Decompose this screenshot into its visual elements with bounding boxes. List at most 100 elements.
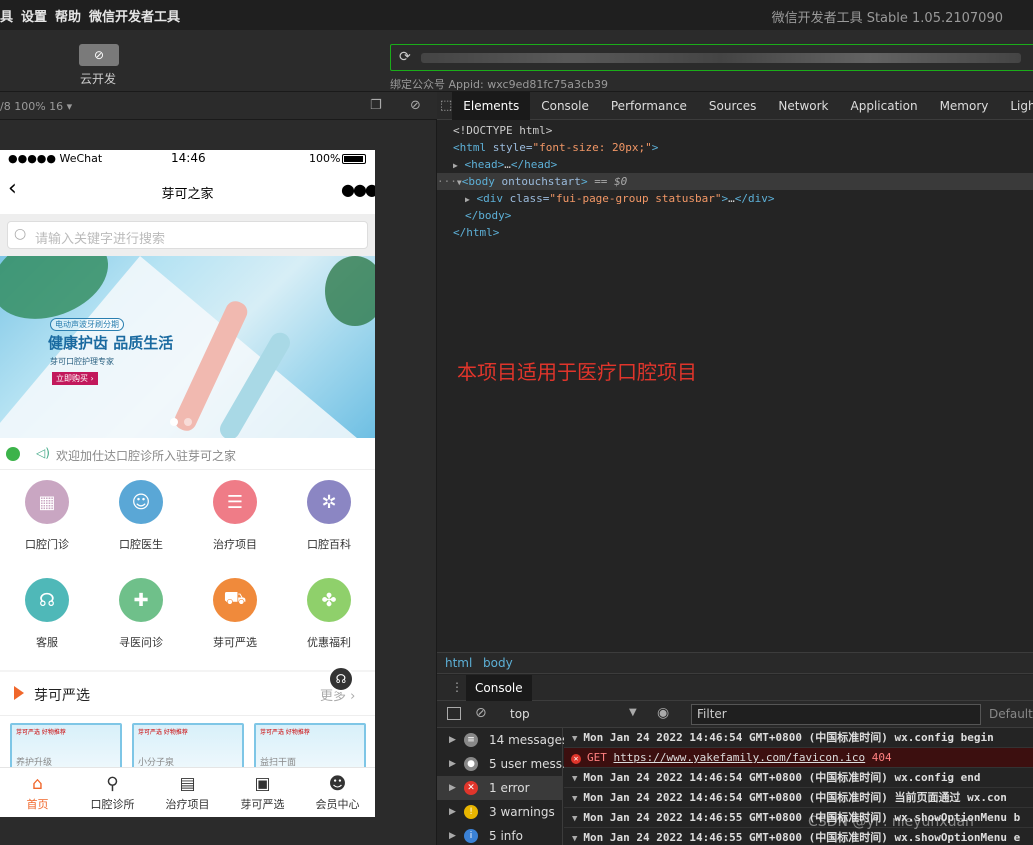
console-filter-input[interactable]: Filter	[691, 704, 981, 725]
devtools-tab-elements[interactable]: Elements	[452, 91, 531, 120]
chevron-down-icon: ▼	[572, 734, 578, 744]
request-method: GET	[587, 751, 607, 764]
more-options-icon[interactable]: ●●●	[341, 180, 375, 199]
banner-carousel[interactable]: 电动声波牙刷分期 健康护齿 品质生活 芽可口腔护理专家 立即购买 ›	[0, 256, 375, 438]
chevron-right-icon: ▶	[449, 735, 456, 745]
error-icon: ✕	[571, 754, 581, 764]
status-time: 14:46	[171, 151, 206, 165]
sidebar-label: 14 messages	[489, 733, 569, 747]
devtools-tab-sources[interactable]: Sources	[698, 92, 767, 120]
breadcrumb-body[interactable]: body	[483, 656, 513, 670]
console-log-row[interactable]: ▼ Mon Jan 24 2022 14:46:54 GMT+0800 (中国标准…	[564, 768, 1033, 788]
log-text: Mon Jan 24 2022 14:46:55 GMT+0800 (中国标准时…	[583, 831, 1021, 844]
console-log-row[interactable]: ▼ Mon Jan 24 2022 14:46:54 GMT+0800 (中国标准…	[564, 788, 1033, 808]
dom-line-html[interactable]: <html style="font-size: 20px;">	[453, 139, 658, 156]
phone-navbar: ‹ 芽可之家 ●●●	[0, 168, 375, 214]
devtools-tab-network[interactable]: Network	[767, 92, 839, 120]
treatment-icon: ☰	[213, 480, 257, 524]
bottom-tabbar: ⌂ 首页 ⚲ 口腔诊所 ▤ 治疗项目 ▣ 芽可严选 ☻ 会员中心	[0, 767, 375, 817]
product-card[interactable]: 芽可严选 好物推荐 养护升级	[10, 723, 122, 771]
product-card[interactable]: 芽可严选 好物推荐 益扫干面	[254, 723, 366, 771]
grid-item-label: 寻医问诊	[119, 636, 163, 649]
cloud-dev-button[interactable]: ⊘	[79, 44, 119, 66]
grid-item[interactable]: ☊ 客服	[0, 578, 94, 650]
dom-line-div[interactable]: ▶ <div class="fui-page-group statusbar">…	[465, 190, 775, 207]
project-note: 本项目适用于医疗口腔项目	[457, 360, 697, 384]
menu-item-devtool[interactable]: 微信开发者工具	[89, 6, 180, 25]
request-url[interactable]: https://www.yakefamily.com/favicon.ico	[614, 751, 866, 764]
sidebar-label: 1 error	[489, 781, 530, 795]
window-icon[interactable]: ❐	[370, 98, 382, 113]
zoom-selector[interactable]: /8 100% 16 ▾	[0, 100, 72, 113]
devtools-tab-console[interactable]: Console	[530, 92, 600, 120]
menu-item-tools[interactable]: 具	[0, 6, 13, 25]
devtools-tab-performance[interactable]: Performance	[600, 92, 698, 120]
tab-clipboard[interactable]: ▤ 治疗项目	[150, 768, 225, 817]
grid-item-label: 治疗项目	[213, 538, 257, 551]
dom-line-doctype[interactable]: <!DOCTYPE html>	[453, 122, 552, 139]
devtools-tab-application[interactable]: Application	[840, 92, 929, 120]
banner-buy-button[interactable]: 立即购买 ›	[52, 372, 98, 385]
grid-item-label: 口腔医生	[119, 538, 163, 551]
chevron-right-icon: ▶	[449, 807, 456, 817]
carousel-dot-active[interactable]	[170, 418, 178, 426]
grid-item-label: 芽可严选	[213, 636, 257, 649]
search-input[interactable]: ○ 请输入关键字进行搜索	[7, 221, 368, 249]
tab-shop[interactable]: ▣ 芽可严选	[225, 768, 300, 817]
headset-icon[interactable]: ☊	[328, 666, 354, 692]
chevron-right-icon: ▶	[449, 759, 456, 769]
customer-service-icon: ☊	[25, 578, 69, 622]
clear-console-icon[interactable]: ⊘	[475, 705, 487, 721]
url-bar[interactable]: ⟳	[390, 44, 1033, 71]
product-list: 芽可严选 好物推荐 养护升级 芽可严选 好物推荐 小分子泉 芽可严选 好物推荐 益扫干面	[0, 716, 375, 772]
console-filter-error[interactable]: ▶ ✕ 1 error	[437, 776, 563, 800]
refresh-icon[interactable]: ⟳	[399, 49, 411, 65]
console-filter-user[interactable]: ▶ ● 5 user mess…	[437, 752, 574, 776]
log-levels-dropdown[interactable]: Default le	[989, 707, 1033, 721]
context-selector[interactable]: top ▼	[499, 701, 643, 728]
grid-item[interactable]: ✤ 优惠福利	[282, 578, 375, 650]
console-filter-warning[interactable]: ▶! 3 warnings	[437, 800, 563, 824]
notice-bar[interactable]: ◁) 欢迎加仕达口腔诊所入驻芽可之家	[0, 438, 375, 470]
tab-user[interactable]: ☻ 会员中心	[300, 768, 375, 817]
rotate-icon[interactable]: ⊘	[410, 98, 421, 113]
devtools-panel: ⬚ Elements Console Performance Sources Netwo…	[437, 91, 1033, 845]
grid-item[interactable]: ▦ 口腔门诊	[0, 480, 94, 552]
console-log-row[interactable]: ▼ Mon Jan 24 2022 14:46:54 GMT+0800 (中国标准…	[564, 728, 1033, 748]
dom-line-body-selected[interactable]: ···▼<body ontouchstart> == $0	[437, 173, 1033, 190]
grid-item[interactable]: ⛟ 芽可严选	[188, 578, 282, 650]
banner-headline: 健康护齿 品质生活	[48, 334, 174, 352]
dom-line-body-close[interactable]: </body>	[465, 207, 511, 224]
console-log-row[interactable]: ▼ Mon Jan 24 2022 14:46:55 GMT+0800 (中国标准…	[564, 828, 1033, 845]
console-filter-info[interactable]: ▶ i 5 info	[437, 824, 563, 845]
banner-tag: 电动声波牙刷分期	[50, 318, 124, 331]
dom-line-head[interactable]: ▶ <head>…</head>	[453, 156, 557, 173]
menu-item-help[interactable]: 帮助	[55, 6, 81, 25]
grid-item[interactable]: ✚ 寻医问诊	[94, 578, 188, 650]
menu-item-settings[interactable]: 设置	[21, 6, 47, 25]
section-title: 芽可严选	[34, 688, 90, 704]
console-sidebar: ▶ ≡ 14 messages ▶ ● 5 user mess… ▶ ✕ 1 error ▶! 3 …	[437, 728, 574, 845]
tab-home[interactable]: ⌂ 首页	[0, 768, 75, 817]
live-expression-eye-icon[interactable]: ◉	[657, 705, 669, 721]
grid-item[interactable]: ☰ 治疗项目	[188, 480, 282, 552]
tab-location[interactable]: ⚲ 口腔诊所	[75, 768, 150, 817]
console-error-row[interactable]: ✕ GET https://www.yakefamily.com/favicon.…	[564, 748, 1033, 768]
product-card[interactable]: 芽可严选 好物推荐 小分子泉	[132, 723, 244, 771]
inspect-element-icon[interactable]: ⬚	[440, 98, 452, 113]
grid-item[interactable]: ☺ 口腔医生	[94, 480, 188, 552]
console-filter-list[interactable]: ▶ ≡ 14 messages	[437, 728, 568, 752]
drawer-menu-icon[interactable]: ⋮	[451, 680, 463, 694]
carousel-dot[interactable]	[184, 418, 192, 426]
dom-line-html-close[interactable]: </html>	[453, 224, 499, 241]
breadcrumb-html[interactable]: html	[445, 656, 472, 670]
devtools-tab-memory[interactable]: Memory	[929, 92, 1000, 120]
chevron-down-icon: ▼	[572, 794, 578, 804]
tab-label: 首页	[26, 798, 49, 811]
sidebar-toggle-icon[interactable]	[447, 707, 461, 720]
drawer-tab-console[interactable]: Console	[466, 675, 532, 701]
tab-label: 治疗项目	[165, 798, 210, 811]
grid-item[interactable]: ✲ 口腔百科	[282, 480, 375, 552]
devtools-tab-lighth[interactable]: Lighth	[999, 92, 1033, 120]
sidebar-label: 3 warnings	[489, 805, 555, 819]
